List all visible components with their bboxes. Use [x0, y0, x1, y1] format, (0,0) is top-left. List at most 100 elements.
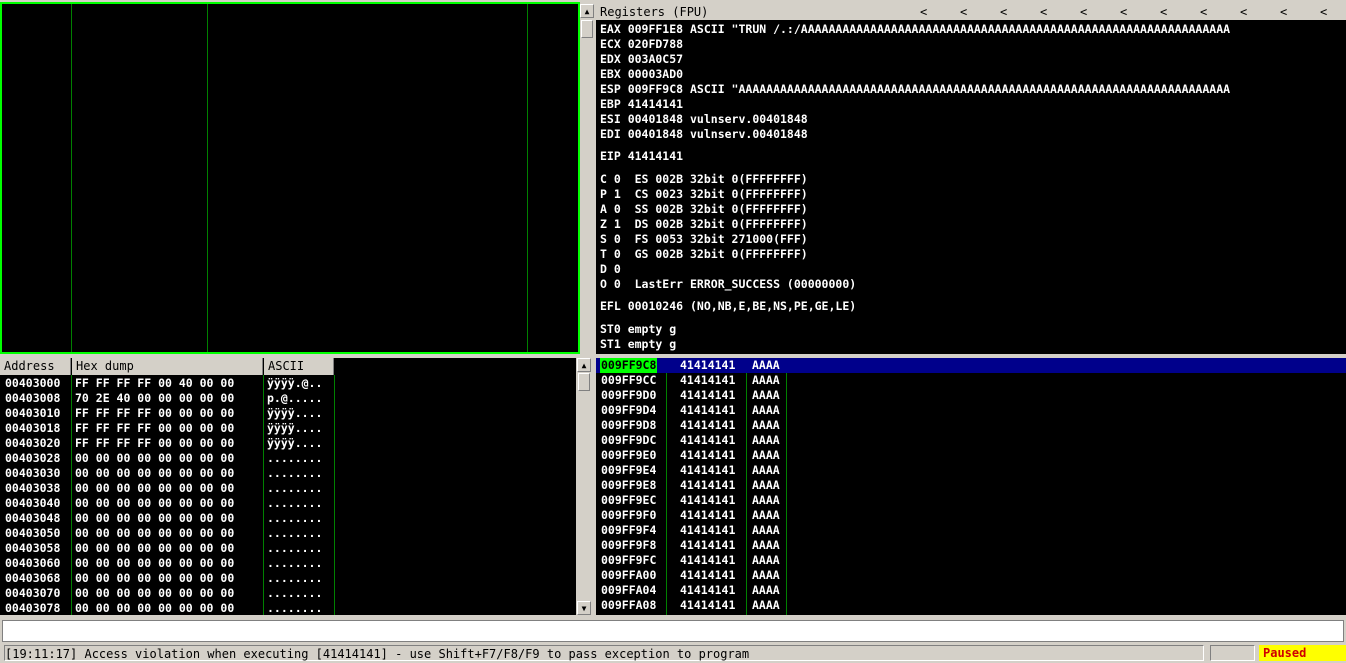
dump-row-ascii[interactable]: ........: [267, 451, 322, 466]
dump-row-ascii[interactable]: ÿÿÿÿ....: [267, 406, 322, 421]
register-edx[interactable]: EDX 003A0C57: [600, 52, 683, 67]
dump-row-address[interactable]: 00403070: [5, 586, 60, 601]
scroll-up-icon[interactable]: ▲: [580, 4, 594, 18]
address-column-header[interactable]: Address: [0, 358, 71, 375]
dump-row-hex[interactable]: 00 00 00 00 00 00 00 00: [75, 556, 234, 571]
dump-row-address[interactable]: 00403018: [5, 421, 60, 436]
stack-row[interactable]: 009FF9F0 41414141 AAAA: [596, 508, 1346, 523]
register-ebx[interactable]: EBX 00003AD0: [600, 67, 683, 82]
nav-arrow-icon[interactable]: <: [1240, 4, 1247, 20]
dump-row-address[interactable]: 00403030: [5, 466, 60, 481]
dump-row-hex[interactable]: 70 2E 40 00 00 00 00 00: [75, 391, 234, 406]
stack-row[interactable]: 009FF9E4 41414141 AAAA: [596, 463, 1346, 478]
register-eax[interactable]: EAX 009FF1E8 ASCII "TRUN /.:/AAAAAAAAAAA…: [600, 22, 1230, 37]
dump-row-address[interactable]: 00403050: [5, 526, 60, 541]
register-efl[interactable]: EFL 00010246 (NO,NB,E,BE,NS,PE,GE,LE): [600, 299, 856, 314]
flag-d[interactable]: D 0: [600, 262, 621, 277]
register-ebp[interactable]: EBP 41414141: [600, 97, 683, 112]
scroll-up-icon[interactable]: ▲: [577, 358, 591, 372]
dump-row-hex[interactable]: FF FF FF FF 00 00 00 00: [75, 406, 234, 421]
stack-row[interactable]: 009FF9DC 41414141 AAAA: [596, 433, 1346, 448]
nav-arrow-icon[interactable]: <: [1120, 4, 1127, 20]
dump-row-ascii[interactable]: ........: [267, 541, 322, 556]
stack-row[interactable]: 009FF9F8 41414141 AAAA: [596, 538, 1346, 553]
registers-pane[interactable]: Registers (FPU) < < < < < < < < < < < EA…: [596, 4, 1346, 354]
stack-row[interactable]: 009FF9FC 41414141 AAAA: [596, 553, 1346, 568]
disassembly-scrollbar[interactable]: ▲: [580, 4, 594, 354]
stack-row[interactable]: 009FFA08 41414141 AAAA: [596, 598, 1346, 613]
nav-arrow-icon[interactable]: <: [1040, 4, 1047, 20]
flag-c[interactable]: C 0 ES 002B 32bit 0(FFFFFFFF): [600, 172, 808, 187]
dump-scrollbar[interactable]: ▲ ▼: [577, 358, 591, 615]
flag-a[interactable]: A 0 SS 002B 32bit 0(FFFFFFFF): [600, 202, 808, 217]
command-line-input[interactable]: [2, 620, 1344, 642]
flag-p[interactable]: P 1 CS 0023 32bit 0(FFFFFFFF): [600, 187, 808, 202]
register-edi[interactable]: EDI 00401848 vulnserv.00401848: [600, 127, 808, 142]
dump-row-address[interactable]: 00403060: [5, 556, 60, 571]
scroll-down-icon[interactable]: ▼: [577, 601, 591, 615]
ascii-column-header[interactable]: ASCII: [264, 358, 334, 375]
dump-row-address[interactable]: 00403020: [5, 436, 60, 451]
dump-row-ascii[interactable]: ........: [267, 466, 322, 481]
dump-row-ascii[interactable]: ........: [267, 526, 322, 541]
dump-row-address[interactable]: 00403068: [5, 571, 60, 586]
dump-row-hex[interactable]: 00 00 00 00 00 00 00 00: [75, 511, 234, 526]
dump-row-hex[interactable]: 00 00 00 00 00 00 00 00: [75, 541, 234, 556]
dump-row-ascii[interactable]: ........: [267, 601, 322, 615]
stack-row[interactable]: 009FF9C8 41414141 AAAA: [596, 358, 1346, 373]
dump-row-hex[interactable]: 00 00 00 00 00 00 00 00: [75, 466, 234, 481]
dump-row-ascii[interactable]: ÿÿÿÿ....: [267, 421, 322, 436]
dump-row-hex[interactable]: 00 00 00 00 00 00 00 00: [75, 601, 234, 615]
dump-row-ascii[interactable]: ........: [267, 586, 322, 601]
flag-z[interactable]: Z 1 DS 002B 32bit 0(FFFFFFFF): [600, 217, 808, 232]
nav-arrow-icon[interactable]: <: [920, 4, 927, 20]
stack-row[interactable]: 009FF9D4 41414141 AAAA: [596, 403, 1346, 418]
stack-pane[interactable]: 009FF9C8 41414141 AAAA 009FF9CC 41414141 AAAA…: [596, 358, 1346, 615]
dump-row-address[interactable]: 00403028: [5, 451, 60, 466]
scroll-thumb[interactable]: [581, 20, 593, 38]
dump-row-hex[interactable]: 00 00 00 00 00 00 00 00: [75, 481, 234, 496]
nav-arrow-icon[interactable]: <: [1000, 4, 1007, 20]
dump-row-address[interactable]: 00403040: [5, 496, 60, 511]
registers-title-bar[interactable]: Registers (FPU) < < < < < < < < < < <: [596, 4, 1346, 20]
dump-row-address[interactable]: 00403078: [5, 601, 60, 615]
nav-arrow-icon[interactable]: <: [1280, 4, 1287, 20]
dump-row-address[interactable]: 00403010: [5, 406, 60, 421]
dump-row-address[interactable]: 00403008: [5, 391, 60, 406]
register-esi[interactable]: ESI 00401848 vulnserv.00401848: [600, 112, 808, 127]
dump-row-hex[interactable]: FF FF FF FF 00 00 00 00: [75, 421, 234, 436]
dump-row-hex[interactable]: 00 00 00 00 00 00 00 00: [75, 451, 234, 466]
hex-dump-pane[interactable]: Address Hex dump ASCII 00403000 FF FF FF …: [0, 358, 576, 615]
stack-row[interactable]: 009FFA00 41414141 AAAA: [596, 568, 1346, 583]
register-eip[interactable]: EIP 41414141: [600, 149, 683, 164]
dump-row-address[interactable]: 00403000: [5, 376, 60, 391]
flag-o[interactable]: O 0 LastErr ERROR_SUCCESS (00000000): [600, 277, 856, 292]
dump-row-address[interactable]: 00403048: [5, 511, 60, 526]
stack-row[interactable]: 009FF9D0 41414141 AAAA: [596, 388, 1346, 403]
stack-row[interactable]: 009FF9EC 41414141 AAAA: [596, 493, 1346, 508]
scroll-thumb[interactable]: [578, 373, 590, 391]
dump-row-ascii[interactable]: ........: [267, 496, 322, 511]
nav-arrow-icon[interactable]: <: [1080, 4, 1087, 20]
stack-row[interactable]: 009FF9E0 41414141 AAAA: [596, 448, 1346, 463]
dump-row-address[interactable]: 00403038: [5, 481, 60, 496]
nav-arrow-icon[interactable]: <: [1160, 4, 1167, 20]
nav-arrow-icon[interactable]: <: [960, 4, 967, 20]
nav-arrow-icon[interactable]: <: [1200, 4, 1207, 20]
dump-row-hex[interactable]: 00 00 00 00 00 00 00 00: [75, 586, 234, 601]
dump-row-ascii[interactable]: ........: [267, 511, 322, 526]
dump-row-hex[interactable]: 00 00 00 00 00 00 00 00: [75, 496, 234, 511]
register-esp[interactable]: ESP 009FF9C8 ASCII "AAAAAAAAAAAAAAAAAAAA…: [600, 82, 1230, 97]
fpu-st1[interactable]: ST1 empty g: [600, 337, 676, 352]
register-ecx[interactable]: ECX 020FD788: [600, 37, 683, 52]
dump-row-ascii[interactable]: ........: [267, 571, 322, 586]
dump-row-ascii[interactable]: ÿÿÿÿ.@..: [267, 376, 322, 391]
disassembly-pane[interactable]: [0, 2, 580, 354]
dump-row-ascii[interactable]: ........: [267, 556, 322, 571]
stack-row[interactable]: 009FF9CC 41414141 AAAA: [596, 373, 1346, 388]
stack-row[interactable]: 009FFA04 41414141 AAAA: [596, 583, 1346, 598]
dump-row-address[interactable]: 00403058: [5, 541, 60, 556]
hex-column-header[interactable]: Hex dump: [72, 358, 263, 375]
dump-row-hex[interactable]: FF FF FF FF 00 40 00 00: [75, 376, 234, 391]
dump-row-hex[interactable]: 00 00 00 00 00 00 00 00: [75, 526, 234, 541]
